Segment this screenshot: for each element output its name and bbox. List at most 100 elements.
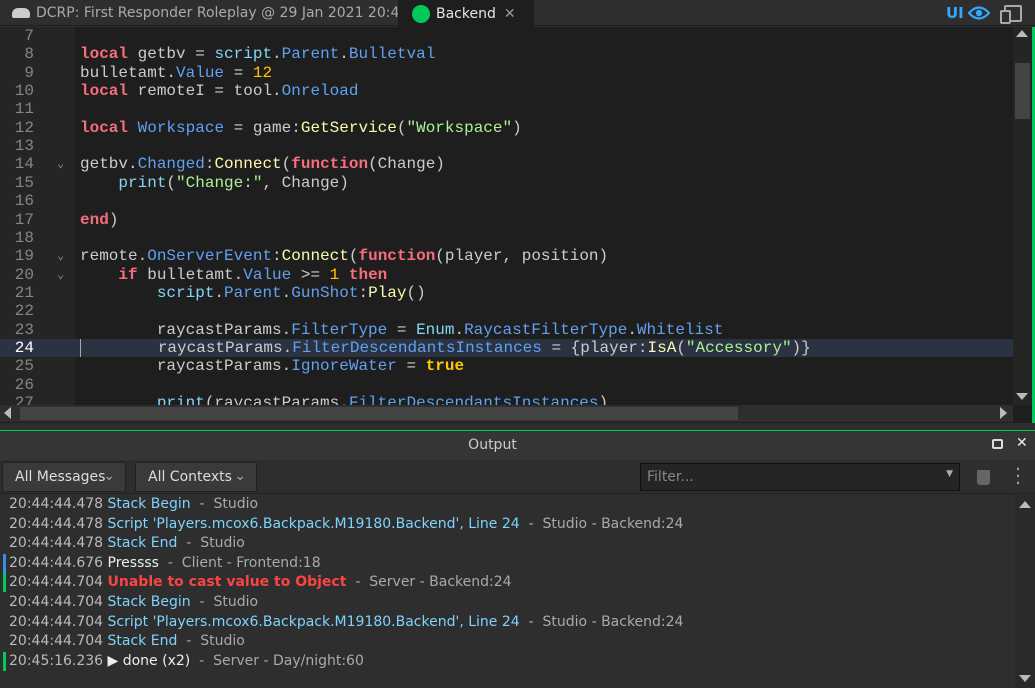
code-line[interactable]: 9bulletamt.Value = 12 bbox=[0, 64, 1013, 82]
line-number: 19 bbox=[0, 247, 34, 265]
log-row[interactable]: 20:44:44.478 Stack End - Studio bbox=[0, 534, 245, 554]
code-line[interactable]: 17end) bbox=[0, 211, 1013, 229]
line-number: 14 bbox=[0, 155, 34, 173]
line-number: 20 bbox=[0, 266, 34, 284]
line-number: 25 bbox=[0, 357, 34, 375]
filter-input[interactable]: Filter... ▼ bbox=[640, 463, 960, 491]
script-editor[interactable]: 78local getbv = script.Parent.Bulletval9… bbox=[0, 27, 1035, 423]
caret-down-icon[interactable]: ▼ bbox=[946, 469, 953, 479]
fold-chevron-icon[interactable]: ⌄ bbox=[57, 266, 64, 284]
code-token: print bbox=[118, 174, 166, 192]
device-emulator-icon[interactable] bbox=[1004, 5, 1022, 22]
log-source: - Client - Frontend:18 bbox=[159, 555, 321, 571]
tab-backend[interactable]: Backend ✕ bbox=[398, 0, 534, 27]
log-timestamp: 20:44:44.478 bbox=[9, 496, 103, 512]
code-token: "Accessory" bbox=[686, 339, 792, 357]
fold-chevron-icon[interactable]: ⌄ bbox=[57, 247, 64, 265]
line-number: 26 bbox=[0, 376, 34, 394]
code-line[interactable]: 11 bbox=[0, 100, 1013, 118]
code-line[interactable]: 24 raycastParams.FilterDescendantsInstan… bbox=[0, 339, 1013, 357]
trash-icon[interactable] bbox=[977, 470, 990, 485]
code-line[interactable]: 8local getbv = script.Parent.Bulletval bbox=[0, 45, 1013, 63]
log-source: - Server - Day/night:60 bbox=[190, 653, 364, 669]
code-token: Changed bbox=[138, 155, 205, 173]
code-token: . bbox=[627, 321, 637, 339]
line-number: 9 bbox=[0, 64, 34, 82]
code-area[interactable]: 78local getbv = script.Parent.Bulletval9… bbox=[0, 27, 1013, 405]
code-line[interactable]: 13 bbox=[0, 137, 1013, 155]
log-message[interactable]: Script 'Players.mcox6.Backpack.M19180.Ba… bbox=[108, 516, 520, 532]
code-token: () bbox=[406, 284, 425, 302]
line-number: 24 bbox=[0, 339, 34, 357]
code-line[interactable]: 27 print(raycastParams.FilterDescendants… bbox=[0, 394, 1013, 405]
code-line[interactable]: 22 bbox=[0, 302, 1013, 320]
scroll-right-icon[interactable] bbox=[1000, 407, 1007, 419]
ui-visibility-toggle[interactable]: UI bbox=[946, 4, 990, 22]
messages-filter-dropdown[interactable]: All Messages⌄ bbox=[2, 462, 126, 492]
code-token: ) bbox=[512, 119, 522, 137]
code-line[interactable]: 19⌄remote.OnServerEvent:Connect(function… bbox=[0, 247, 1013, 265]
log-timestamp: 20:44:44.676 bbox=[9, 555, 103, 571]
close-icon[interactable]: ✕ bbox=[1016, 435, 1028, 451]
code-line[interactable]: 23 raycastParams.FilterType = Enum.Rayca… bbox=[0, 321, 1013, 339]
code-token: bulletamt. bbox=[80, 64, 176, 82]
code-line[interactable]: 21 script.Parent.GunShot:Play() bbox=[0, 284, 1013, 302]
scroll-up-icon[interactable] bbox=[1019, 501, 1031, 508]
log-message[interactable]: Stack End bbox=[108, 535, 178, 551]
code-line[interactable]: 18 bbox=[0, 229, 1013, 247]
code-line[interactable]: 12local Workspace = game:GetService("Wor… bbox=[0, 119, 1013, 137]
code-line[interactable]: 26 bbox=[0, 376, 1013, 394]
scroll-thumb[interactable] bbox=[20, 407, 738, 420]
code-token: FilterDescendantsInstances bbox=[292, 339, 542, 357]
code-line[interactable]: 7 bbox=[0, 27, 1013, 45]
code-token: "Change:" bbox=[176, 174, 262, 192]
log-timestamp: 20:44:44.704 bbox=[9, 614, 103, 630]
tab-place[interactable]: DCRP: First Responder Roleplay @ 29 Jan … bbox=[12, 0, 428, 26]
line-number: 22 bbox=[0, 302, 34, 320]
more-options-icon[interactable]: ··· bbox=[1013, 466, 1023, 487]
output-title: Output bbox=[0, 437, 985, 453]
log-row[interactable]: 20:44:44.704 Script 'Players.mcox6.Backp… bbox=[0, 613, 683, 633]
log-row[interactable]: 20:44:44.704 Stack End - Studio bbox=[0, 632, 245, 652]
tab-label: Backend bbox=[436, 6, 496, 22]
log-message[interactable]: Stack Begin bbox=[108, 594, 191, 610]
contexts-filter-dropdown[interactable]: All Contexts⌄ bbox=[135, 462, 257, 492]
scroll-down-icon[interactable] bbox=[1016, 393, 1028, 400]
log-timestamp: 20:44:44.478 bbox=[9, 516, 103, 532]
scroll-thumb[interactable] bbox=[1015, 63, 1030, 119]
log-message[interactable]: Stack End bbox=[108, 633, 178, 649]
code-token: remoteI = tool. bbox=[128, 82, 282, 100]
log-row[interactable]: 20:44:44.478 Stack Begin - Studio bbox=[0, 495, 258, 515]
vertical-scrollbar[interactable] bbox=[1013, 27, 1032, 405]
code-line[interactable]: 25 raycastParams.IgnoreWater = true bbox=[0, 357, 1013, 375]
log-row[interactable]: 20:45:16.236 ▶ done (x2) - Server - Day/… bbox=[0, 652, 364, 672]
log-timestamp: 20:44:44.704 bbox=[9, 574, 103, 590]
log-row[interactable]: 20:44:44.704 Stack Begin - Studio bbox=[0, 593, 258, 613]
code-token: Bulletval bbox=[349, 45, 435, 63]
code-line[interactable]: 20⌄ if bulletamt.Value >= 1 then bbox=[0, 266, 1013, 284]
close-icon[interactable]: ✕ bbox=[504, 6, 516, 22]
code-line[interactable]: 14⌄getbv.Changed:Connect(function(Change… bbox=[0, 155, 1013, 173]
fold-chevron-icon[interactable]: ⌄ bbox=[57, 155, 64, 173]
code-line[interactable]: 10local remoteI = tool.Onreload bbox=[0, 82, 1013, 100]
log-message[interactable]: Stack Begin bbox=[108, 496, 191, 512]
code-token: IgnoreWater bbox=[291, 357, 397, 375]
log-row[interactable]: 20:44:44.704 Unable to cast value to Obj… bbox=[0, 573, 512, 593]
log-row[interactable]: 20:44:44.676 Pressss - Client - Frontend… bbox=[0, 554, 321, 574]
code-token: Connect bbox=[214, 155, 281, 173]
code-token: ) bbox=[109, 211, 119, 229]
undock-icon[interactable] bbox=[992, 439, 1003, 449]
log-message[interactable]: Script 'Players.mcox6.Backpack.M19180.Ba… bbox=[108, 614, 520, 630]
code-token: getbv = bbox=[128, 45, 214, 63]
code-line[interactable]: 16 bbox=[0, 192, 1013, 210]
code-token: ( bbox=[676, 339, 686, 357]
log-row[interactable]: 20:44:44.478 Script 'Players.mcox6.Backp… bbox=[0, 515, 683, 535]
horizontal-scrollbar[interactable] bbox=[0, 405, 1013, 422]
code-token: (Change) bbox=[368, 155, 445, 173]
scroll-down-icon[interactable] bbox=[1019, 675, 1031, 682]
scroll-up-icon[interactable] bbox=[1016, 30, 1028, 37]
scroll-left-icon[interactable] bbox=[4, 407, 11, 419]
output-scrollbar[interactable] bbox=[1015, 495, 1035, 688]
code-line[interactable]: 15 print("Change:", Change) bbox=[0, 174, 1013, 192]
code-token: OnServerEvent bbox=[147, 247, 272, 265]
